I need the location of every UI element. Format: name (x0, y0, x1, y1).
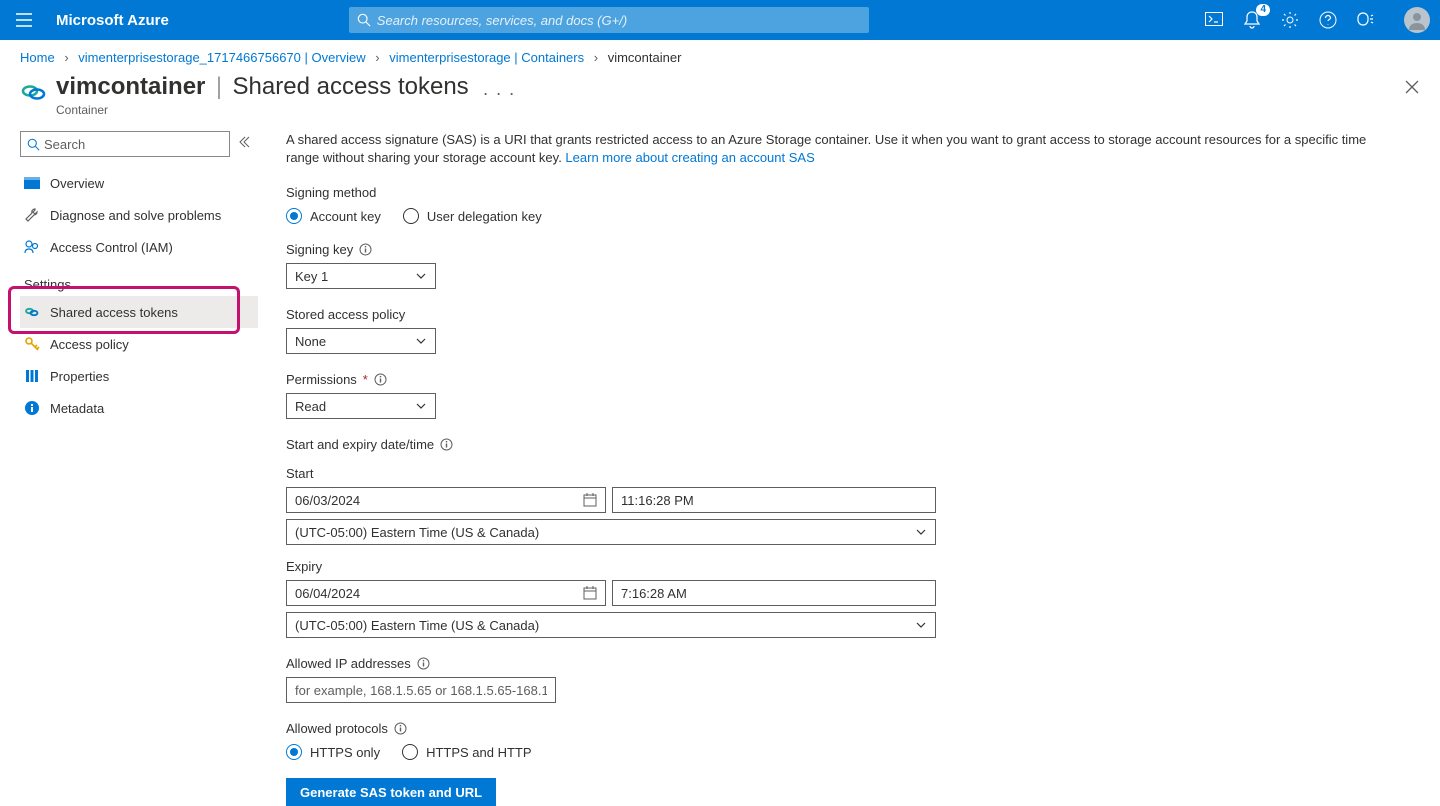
key-icon (24, 336, 40, 352)
help-icon[interactable] (1318, 10, 1338, 30)
permissions-label: Permissions (286, 372, 357, 387)
search-icon (27, 138, 40, 151)
chevron-down-icon (415, 270, 427, 282)
top-bar: Microsoft Azure 4 (0, 0, 1440, 40)
global-search-input[interactable] (377, 13, 861, 28)
chevron-down-icon (415, 335, 427, 347)
sidebar-item-label: Diagnose and solve problems (50, 208, 221, 223)
radio-account-key[interactable]: Account key (286, 208, 381, 224)
help-text: A shared access signature (SAS) is a URI… (286, 131, 1398, 167)
cloud-shell-icon[interactable] (1204, 10, 1224, 30)
info-icon[interactable] (374, 373, 387, 386)
people-icon (24, 239, 40, 255)
signing-key-label: Signing key (286, 242, 353, 257)
radio-https-and-http[interactable]: HTTPS and HTTP (402, 744, 531, 760)
chevron-down-icon (915, 619, 927, 631)
sidebar: Search Overview Diagnose and solve probl… (20, 131, 258, 806)
stored-policy-select[interactable]: None (286, 328, 436, 354)
properties-icon (24, 368, 40, 384)
chevron-down-icon (415, 400, 427, 412)
signing-key-select[interactable]: Key 1 (286, 263, 436, 289)
allowed-protocols-radios: HTTPS only HTTPS and HTTP (286, 744, 1398, 760)
sidebar-item-label: Overview (50, 176, 104, 191)
sidebar-item-label: Shared access tokens (50, 305, 178, 320)
permissions-select[interactable]: Read (286, 393, 436, 419)
breadcrumb: Home › vimenterprisestorage_171746675667… (0, 40, 1440, 65)
more-actions-icon[interactable]: · · · (483, 83, 516, 104)
close-icon[interactable] (1404, 79, 1420, 100)
feedback-icon[interactable] (1356, 10, 1376, 30)
radio-user-delegation-key[interactable]: User delegation key (403, 208, 542, 224)
main-form: A shared access signature (SAS) is a URI… (258, 131, 1398, 806)
info-icon[interactable] (394, 722, 407, 735)
chevron-down-icon (915, 526, 927, 538)
brand-label[interactable]: Microsoft Azure (56, 12, 169, 29)
info-icon[interactable] (359, 243, 372, 256)
start-label: Start (286, 466, 1398, 481)
chevron-right-icon: › (375, 50, 379, 65)
generate-sas-button[interactable]: Generate SAS token and URL (286, 778, 496, 806)
content-area: Search Overview Diagnose and solve probl… (0, 123, 1440, 806)
resource-type: Container (56, 103, 469, 117)
sidebar-item-label: Metadata (50, 401, 104, 416)
collapse-sidebar-icon[interactable] (238, 135, 250, 153)
global-search[interactable] (349, 7, 869, 33)
topbar-tools: 4 (1204, 7, 1430, 33)
calendar-icon (583, 493, 597, 507)
radio-https-only[interactable]: HTTPS only (286, 744, 380, 760)
expiry-label: Expiry (286, 559, 1398, 574)
allowed-protocols-label: Allowed protocols (286, 721, 388, 736)
hamburger-menu-icon[interactable] (10, 6, 38, 34)
info-icon[interactable] (417, 657, 430, 670)
allowed-ip-label: Allowed IP addresses (286, 656, 411, 671)
overview-icon (24, 175, 40, 191)
sidebar-search[interactable]: Search (20, 131, 230, 157)
breadcrumb-home[interactable]: Home (20, 50, 55, 65)
allowed-ip-input[interactable] (286, 677, 556, 703)
container-icon (20, 77, 50, 107)
sidebar-item-label: Access policy (50, 337, 129, 352)
sidebar-group-settings: Settings (24, 277, 258, 292)
breadcrumb-item-1[interactable]: vimenterprisestorage_1717466756670 | Ove… (78, 50, 365, 65)
start-time-input[interactable]: 11:16:28 PM (612, 487, 936, 513)
settings-gear-icon[interactable] (1280, 10, 1300, 30)
search-icon (357, 13, 371, 27)
info-icon[interactable] (440, 438, 453, 451)
breadcrumb-current: vimcontainer (608, 50, 682, 65)
start-timezone-select[interactable]: (UTC-05:00) Eastern Time (US & Canada) (286, 519, 936, 545)
resource-name: vimcontainer (56, 73, 205, 100)
start-date-input[interactable]: 06/03/2024 (286, 487, 606, 513)
chevron-right-icon: › (64, 50, 68, 65)
expiry-time-input[interactable]: 7:16:28 AM (612, 580, 936, 606)
info-icon (24, 400, 40, 416)
sidebar-item-access-policy[interactable]: Access policy (20, 328, 258, 360)
sidebar-item-label: Access Control (IAM) (50, 240, 173, 255)
page-title: Shared access tokens (233, 73, 469, 100)
chevron-right-icon: › (594, 50, 598, 65)
sidebar-search-placeholder: Search (44, 137, 85, 152)
datetime-label: Start and expiry date/time (286, 437, 434, 452)
user-avatar[interactable] (1404, 7, 1430, 33)
notification-badge: 4 (1256, 4, 1270, 16)
notifications-icon[interactable]: 4 (1242, 10, 1262, 30)
wrench-icon (24, 207, 40, 223)
stored-policy-label: Stored access policy (286, 307, 1398, 322)
signing-method-radios: Account key User delegation key (286, 208, 1398, 224)
signing-method-label: Signing method (286, 185, 1398, 200)
link-icon (24, 304, 40, 320)
sidebar-item-properties[interactable]: Properties (20, 360, 258, 392)
sidebar-item-label: Properties (50, 369, 109, 384)
required-indicator: * (363, 372, 368, 387)
calendar-icon (583, 586, 597, 600)
sidebar-item-overview[interactable]: Overview (20, 167, 258, 199)
page-title-row: vimcontainer | Shared access tokens Cont… (0, 65, 1440, 123)
expiry-date-input[interactable]: 06/04/2024 (286, 580, 606, 606)
sidebar-item-diagnose[interactable]: Diagnose and solve problems (20, 199, 258, 231)
sidebar-item-iam[interactable]: Access Control (IAM) (20, 231, 258, 263)
sidebar-item-shared-access-tokens[interactable]: Shared access tokens (20, 296, 258, 328)
sidebar-item-metadata[interactable]: Metadata (20, 392, 258, 424)
expiry-timezone-select[interactable]: (UTC-05:00) Eastern Time (US & Canada) (286, 612, 936, 638)
help-link[interactable]: Learn more about creating an account SAS (565, 150, 814, 165)
breadcrumb-item-2[interactable]: vimenterprisestorage | Containers (389, 50, 584, 65)
